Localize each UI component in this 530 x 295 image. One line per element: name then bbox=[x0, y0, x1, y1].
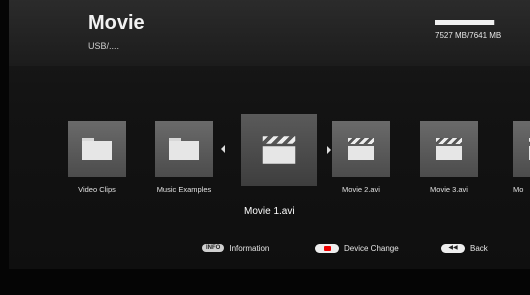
item-label: Video Clips bbox=[78, 185, 116, 194]
header: Movie USB/.... 7527 MB/7641 MB bbox=[9, 0, 530, 66]
breadcrumb-path: USB/.... bbox=[88, 41, 120, 51]
page-title: Movie bbox=[88, 12, 145, 34]
media-browser-screen: Movie USB/.... 7527 MB/7641 MB Video Cli… bbox=[9, 0, 530, 269]
scroll-right-arrow-icon[interactable] bbox=[327, 146, 331, 154]
item-movie-2[interactable] bbox=[332, 121, 390, 177]
selected-item-label: Movie 1.avi bbox=[244, 206, 295, 217]
rewind-icon: ◀◀ bbox=[441, 243, 465, 253]
scroll-left-arrow-icon[interactable] bbox=[221, 145, 225, 153]
item-music-examples[interactable] bbox=[155, 121, 213, 177]
device-change-label: Device Change bbox=[344, 243, 399, 253]
folder-icon bbox=[82, 138, 112, 160]
folder-icon bbox=[169, 138, 199, 160]
info-label: Information bbox=[229, 243, 270, 253]
item-movie-3[interactable] bbox=[420, 121, 478, 177]
item-label: Mo bbox=[513, 185, 524, 194]
storage-bar bbox=[435, 20, 495, 25]
item-label: Movie 2.avi bbox=[342, 185, 380, 194]
back-label: Back bbox=[470, 243, 488, 253]
storage-bar-fill bbox=[435, 20, 495, 25]
footer-info[interactable]: INFO Information bbox=[202, 242, 269, 254]
item-movie-1-selected[interactable] bbox=[241, 114, 317, 186]
clapperboard-icon bbox=[348, 138, 374, 160]
clapperboard-icon bbox=[262, 136, 296, 164]
item-label: Movie 3.avi bbox=[430, 185, 468, 194]
storage-text: 7527 MB/7641 MB bbox=[435, 31, 502, 40]
footer-device-change[interactable]: Device Change bbox=[315, 242, 399, 254]
red-button-icon bbox=[315, 243, 339, 253]
item-movie-partial[interactable] bbox=[513, 121, 530, 177]
item-label: Music Examples bbox=[156, 185, 212, 194]
item-video-clips[interactable] bbox=[68, 121, 126, 177]
info-button-icon: INFO bbox=[202, 244, 225, 252]
footer-back[interactable]: ◀◀ Back bbox=[441, 242, 488, 254]
clapperboard-icon bbox=[436, 138, 462, 160]
